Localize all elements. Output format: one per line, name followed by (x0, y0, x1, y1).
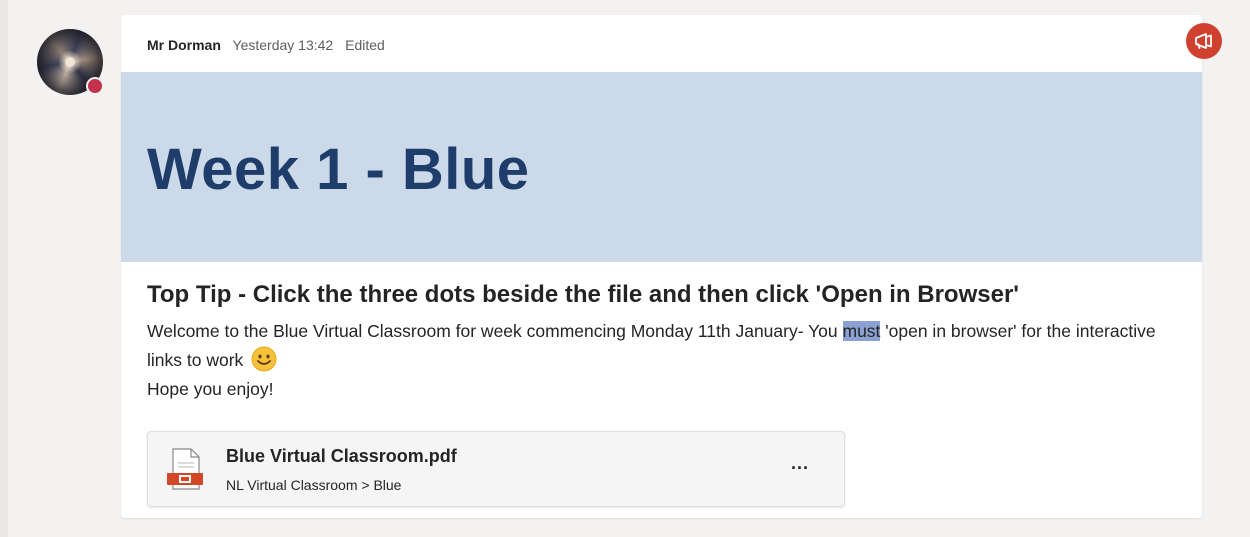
smile-emoji-icon (251, 346, 277, 372)
author-name[interactable]: Mr Dorman (147, 37, 221, 53)
post-header: Mr Dorman Yesterday 13:42 Edited (147, 37, 385, 53)
post-timestamp: Yesterday 13:42 (232, 37, 334, 53)
highlighted-word: must (842, 321, 881, 341)
banner-title: Week 1 - Blue (147, 137, 530, 202)
edited-label: Edited (345, 37, 385, 53)
file-attachment-card[interactable]: Blue Virtual Classroom.pdf NL Virtual Cl… (147, 431, 845, 507)
megaphone-icon (1186, 23, 1222, 59)
post-subject: Top Tip - Click the three dots beside th… (147, 281, 1020, 308)
teams-channel-view: Mr Dorman Yesterday 13:42 Edited Week 1 … (0, 0, 1250, 537)
pdf-file-icon (165, 447, 205, 491)
body-text-part: Welcome to the Blue Virtual Classroom fo… (147, 321, 843, 341)
file-name[interactable]: Blue Virtual Classroom.pdf (226, 446, 457, 467)
closing-line: Hope you enjoy! (147, 379, 274, 399)
file-path: NL Virtual Classroom > Blue (226, 477, 402, 493)
announcement-banner: Week 1 - Blue (121, 72, 1202, 262)
left-edge (0, 0, 8, 537)
more-options-icon[interactable]: ... (786, 454, 814, 478)
presence-status-icon (86, 77, 104, 95)
post-body: Welcome to the Blue Virtual Classroom fo… (147, 317, 1187, 404)
announcement-post: Mr Dorman Yesterday 13:42 Edited Week 1 … (121, 15, 1202, 518)
